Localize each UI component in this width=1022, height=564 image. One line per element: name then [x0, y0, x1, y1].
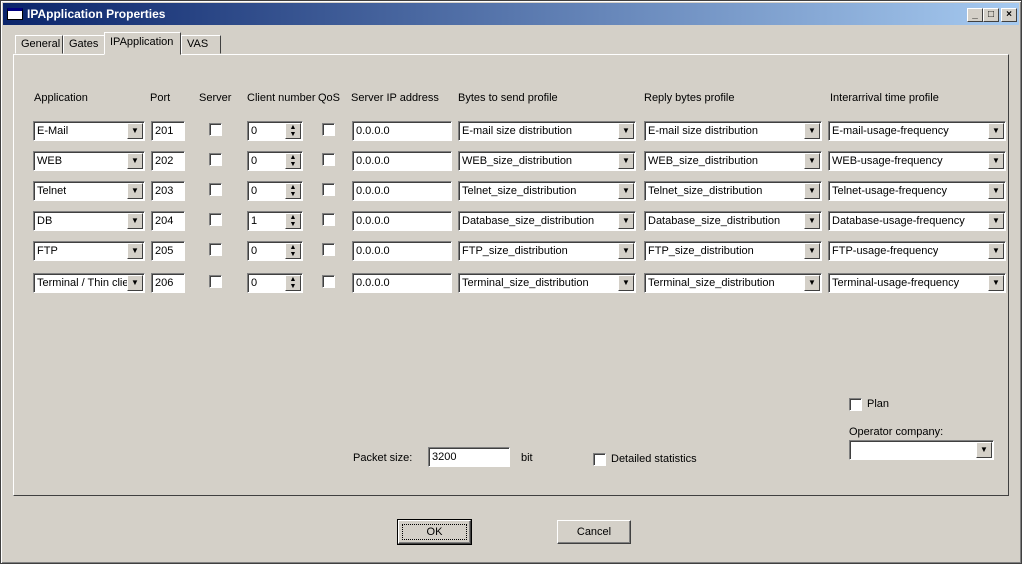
- maximize-button[interactable]: □: [983, 8, 999, 22]
- minimize-button[interactable]: _: [967, 8, 983, 22]
- properties-window: IPApplication Properties _ □ × General G…: [0, 0, 1022, 564]
- focus-rect: [402, 524, 467, 540]
- cancel-button[interactable]: Cancel: [557, 520, 631, 544]
- tab-vas[interactable]: VAS: [181, 35, 221, 54]
- tab-gates[interactable]: Gates: [63, 35, 105, 54]
- close-button[interactable]: ×: [1001, 8, 1017, 22]
- ipapplication-tab-panel: [13, 54, 1009, 496]
- window-title: IPApplication Properties: [27, 7, 166, 21]
- tab-ipapplication[interactable]: IPApplication: [104, 32, 181, 55]
- window-icon: [7, 8, 23, 20]
- ok-button[interactable]: OK: [397, 519, 472, 545]
- cancel-button-label: Cancel: [576, 526, 612, 538]
- tab-general[interactable]: General: [15, 35, 63, 54]
- title-bar[interactable]: IPApplication Properties _ □ ×: [3, 3, 1019, 25]
